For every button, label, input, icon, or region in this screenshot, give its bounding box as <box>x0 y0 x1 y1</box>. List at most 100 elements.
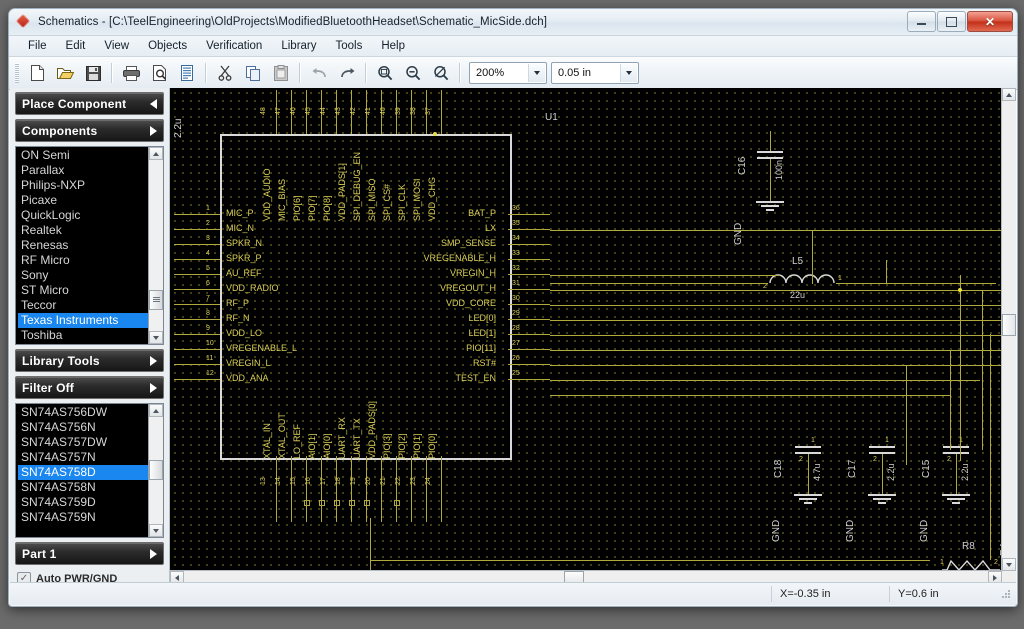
manufacturer-scroll-down[interactable] <box>149 331 163 344</box>
gnd-bar <box>868 494 896 496</box>
manufacturer-item[interactable]: ON Semi <box>18 148 149 163</box>
pin-number-30: 30 <box>512 295 520 302</box>
pin-number-29: 29 <box>512 310 520 317</box>
parts-scroll-thumb[interactable] <box>149 460 163 480</box>
parts-scrollbar[interactable] <box>148 404 163 537</box>
zoom-window-button[interactable] <box>371 60 399 86</box>
bus-wire <box>550 290 1002 291</box>
chevron-left-icon <box>175 575 179 581</box>
toolbar-grip[interactable] <box>15 63 19 83</box>
printer-icon <box>123 66 140 81</box>
menu-verification[interactable]: Verification <box>197 38 271 54</box>
pin-number-7: 7 <box>206 295 210 302</box>
manufacturer-scrollbar[interactable] <box>148 147 163 344</box>
manufacturer-item[interactable]: RF Micro <box>18 253 149 268</box>
pin-label-SPI_MISO: SPI_MISO <box>368 178 377 221</box>
copy-button[interactable] <box>239 60 267 86</box>
manufacturer-item[interactable]: Toshiba <box>18 328 149 343</box>
save-button[interactable] <box>79 60 107 86</box>
zoom-dropdown-arrow[interactable] <box>528 64 545 82</box>
part-item[interactable]: SN74AS759D <box>18 495 149 510</box>
canvas-scroll-up[interactable] <box>1002 88 1016 101</box>
parts-scroll-down[interactable] <box>149 524 163 537</box>
minimize-button[interactable] <box>907 11 936 32</box>
redo-button[interactable] <box>333 60 361 86</box>
new-file-button[interactable] <box>23 60 51 86</box>
parts-scroll-up[interactable] <box>149 404 163 417</box>
place-component-header[interactable]: Place Component <box>15 92 164 115</box>
pin-label-AIO[0]: AIO[0] <box>323 433 332 459</box>
manufacturer-item[interactable]: Sony <box>18 268 149 283</box>
pin-label-UART_RX: UART_RX <box>338 417 347 459</box>
pin-label-PIO[7]: PIO[7] <box>308 195 317 221</box>
bus-wire <box>550 305 1002 306</box>
part-item[interactable]: SN74AS758D <box>18 465 149 480</box>
library-tools-header[interactable]: Library Tools <box>15 349 164 372</box>
canvas-vscrollbar[interactable] <box>1001 88 1016 571</box>
canvas-vthumb[interactable] <box>1002 314 1016 336</box>
ic-u1-reference: U1 <box>545 113 558 123</box>
manufacturer-scroll-thumb[interactable] <box>149 290 163 310</box>
menu-view[interactable]: View <box>95 38 138 54</box>
open-file-button[interactable] <box>51 60 79 86</box>
zoom-level-combobox[interactable]: 200% <box>469 62 547 84</box>
part-item[interactable]: SN74AS757DW <box>18 435 149 450</box>
pin-pad <box>349 500 355 506</box>
zoom-fit-button[interactable] <box>427 60 455 86</box>
close-button[interactable]: ✕ <box>967 11 1013 32</box>
part-item[interactable]: SN74AS756N <box>18 420 149 435</box>
cut-button[interactable] <box>211 60 239 86</box>
pin-wire-left <box>174 289 220 290</box>
menu-library[interactable]: Library <box>272 38 325 54</box>
print-preview-button[interactable] <box>145 60 173 86</box>
chevron-down-icon <box>153 529 159 533</box>
manufacturer-item[interactable]: Philips-NXP <box>18 178 149 193</box>
pin-number-47: 47 <box>275 107 282 115</box>
manufacturer-item[interactable]: Picaxe <box>18 193 149 208</box>
components-header[interactable]: Components <box>15 119 164 142</box>
menu-tools[interactable]: Tools <box>327 38 372 54</box>
toolbar-separator <box>459 63 461 83</box>
paste-button[interactable] <box>267 60 295 86</box>
component-gnd-label: GND <box>734 223 744 245</box>
manufacturer-item[interactable]: QuickLogic <box>18 208 149 223</box>
parts-listbox[interactable]: SN74AS756DWSN74AS756NSN74AS757DWSN74AS75… <box>15 403 164 538</box>
zoom-out-button[interactable] <box>399 60 427 86</box>
part-item[interactable]: SN74AS758N <box>18 480 149 495</box>
manufacturer-item[interactable]: Parallax <box>18 163 149 178</box>
manufacturer-scroll-up[interactable] <box>149 147 163 160</box>
grid-dropdown-arrow[interactable] <box>620 64 637 82</box>
part-item[interactable]: SN74AS756DW <box>18 405 149 420</box>
manufacturer-listbox[interactable]: ON SemiParallaxPhilips-NXPPicaxeQuickLog… <box>15 146 164 345</box>
undo-button[interactable] <box>305 60 333 86</box>
part-item[interactable]: SN74AS759N <box>18 510 149 525</box>
pin-wire-left <box>174 244 220 245</box>
manufacturer-rows: ON SemiParallaxPhilips-NXPPicaxeQuickLog… <box>16 147 149 344</box>
pin-wire-right <box>508 334 550 335</box>
menu-edit[interactable]: Edit <box>57 38 95 54</box>
manufacturer-item[interactable]: Renesas <box>18 238 149 253</box>
resize-grip[interactable] <box>999 587 1013 601</box>
maximize-restore-button[interactable] <box>937 11 966 32</box>
print-button[interactable] <box>117 60 145 86</box>
manufacturer-item[interactable]: Realtek <box>18 223 149 238</box>
pin-number-1: 1 <box>206 205 210 212</box>
menu-help[interactable]: Help <box>372 38 414 54</box>
manufacturer-item[interactable]: Teccor <box>18 298 149 313</box>
bus-wire <box>550 350 1002 351</box>
filter-header[interactable]: Filter Off <box>15 376 164 399</box>
grid-size-combobox[interactable]: 0.05 in <box>551 62 639 84</box>
wire-cap-gnd <box>882 454 883 494</box>
manufacturer-item[interactable]: Texas Instruments <box>18 313 149 328</box>
report-button[interactable] <box>173 60 201 86</box>
pin-wire-bottom <box>381 456 382 522</box>
wire-l5-left <box>550 283 768 284</box>
schematic-canvas[interactable]: U1 2.2u 1MIC_P2MIC_N3SPKR_N4SPKR_P5AU_RE… <box>170 88 1002 571</box>
canvas-scroll-down[interactable] <box>1002 558 1016 571</box>
menu-objects[interactable]: Objects <box>139 38 196 54</box>
part-item[interactable]: SN74AS757N <box>18 450 149 465</box>
manufacturer-item[interactable]: ST Micro <box>18 283 149 298</box>
component-value-22u: 22u <box>790 291 805 300</box>
menu-file[interactable]: File <box>19 38 56 54</box>
part-header[interactable]: Part 1 <box>15 542 164 565</box>
